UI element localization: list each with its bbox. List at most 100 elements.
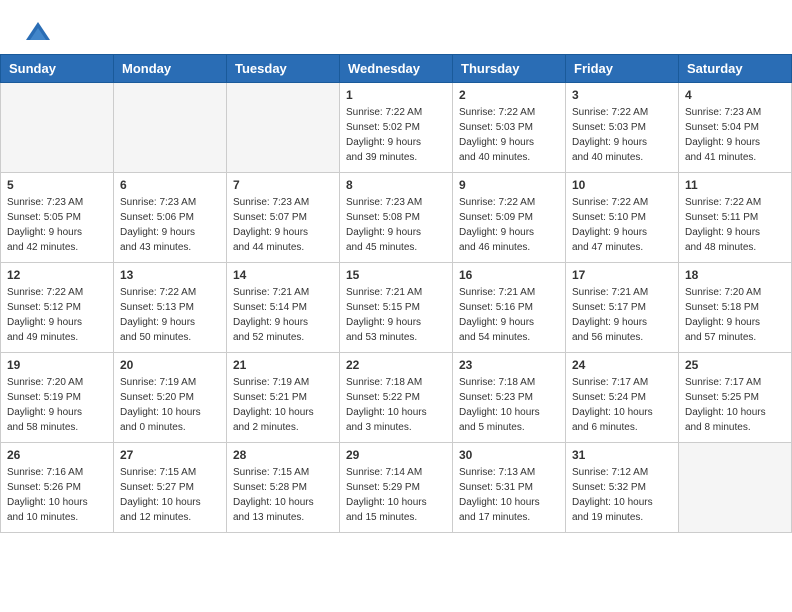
calendar-cell: 24 Sunrise: 7:17 AM Sunset: 5:24 PM Dayli… bbox=[566, 353, 679, 443]
day-number: 3 bbox=[572, 88, 672, 102]
day-number: 29 bbox=[346, 448, 446, 462]
calendar-cell bbox=[679, 443, 792, 533]
calendar-cell bbox=[227, 83, 340, 173]
day-info: Sunrise: 7:20 AM Sunset: 5:19 PM Dayligh… bbox=[7, 375, 107, 435]
calendar-cell: 21Sunrise: 7:19 AM Sunset: 5:21 PM Dayli… bbox=[227, 353, 340, 443]
day-info: Sunrise: 7:21 AM Sunset: 5:15 PM Dayligh… bbox=[346, 285, 446, 345]
day-info: Sunrise: 7:13 AM Sunset: 5:31 PM Dayligh… bbox=[459, 465, 559, 525]
day-of-week-header: Thursday bbox=[453, 55, 566, 83]
day-number: 22 bbox=[346, 358, 446, 372]
day-info: Sunrise: 7:19 AM Sunset: 5:21 PM Dayligh… bbox=[233, 375, 333, 435]
day-info: Sunrise: 7:23 AM Sunset: 5:07 PM Dayligh… bbox=[233, 195, 333, 255]
day-of-week-header: Monday bbox=[114, 55, 227, 83]
day-info: Sunrise: 7:16 AM Sunset: 5:26 PM Dayligh… bbox=[7, 465, 107, 525]
calendar-cell: 19 Sunrise: 7:20 AM Sunset: 5:19 PM Dayli… bbox=[1, 353, 114, 443]
day-info: Sunrise: 7:17 AM Sunset: 5:25 PM Dayligh… bbox=[685, 375, 785, 435]
day-info: Sunrise: 7:22 AM Sunset: 5:13 PM Dayligh… bbox=[120, 285, 220, 345]
day-number: 30 bbox=[459, 448, 559, 462]
calendar-cell: 3 Sunrise: 7:22 AM Sunset: 5:03 PM Daylig… bbox=[566, 83, 679, 173]
calendar-cell: 9 Sunrise: 7:22 AM Sunset: 5:09 PM Daylig… bbox=[453, 173, 566, 263]
calendar-cell: 15 Sunrise: 7:21 AM Sunset: 5:15 PM Dayli… bbox=[340, 263, 453, 353]
day-number: 7 bbox=[233, 178, 333, 192]
day-number: 23 bbox=[459, 358, 559, 372]
calendar-cell: 28 Sunrise: 7:15 AM Sunset: 5:28 PM Dayli… bbox=[227, 443, 340, 533]
calendar-cell: 30 Sunrise: 7:13 AM Sunset: 5:31 PM Dayli… bbox=[453, 443, 566, 533]
calendar-cell: 14 Sunrise: 7:21 AM Sunset: 5:14 PM Dayli… bbox=[227, 263, 340, 353]
day-number: 28 bbox=[233, 448, 333, 462]
day-info: Sunrise: 7:23 AM Sunset: 5:08 PM Dayligh… bbox=[346, 195, 446, 255]
day-info: Sunrise: 7:20 AM Sunset: 5:18 PM Dayligh… bbox=[685, 285, 785, 345]
day-number: 2 bbox=[459, 88, 559, 102]
calendar-header-row: SundayMondayTuesdayWednesdayThursdayFrid… bbox=[1, 55, 792, 83]
day-number: 5 bbox=[7, 178, 107, 192]
day-number: 25 bbox=[685, 358, 785, 372]
day-info: Sunrise: 7:15 AM Sunset: 5:27 PM Dayligh… bbox=[120, 465, 220, 525]
day-info: Sunrise: 7:17 AM Sunset: 5:24 PM Dayligh… bbox=[572, 375, 672, 435]
calendar-cell: 22 Sunrise: 7:18 AM Sunset: 5:22 PM Dayli… bbox=[340, 353, 453, 443]
day-info: Sunrise: 7:22 AM Sunset: 5:02 PM Dayligh… bbox=[346, 105, 446, 165]
calendar-cell: 17 Sunrise: 7:21 AM Sunset: 5:17 PM Dayli… bbox=[566, 263, 679, 353]
calendar-cell: 2 Sunrise: 7:22 AM Sunset: 5:03 PM Daylig… bbox=[453, 83, 566, 173]
day-info: Sunrise: 7:23 AM Sunset: 5:06 PM Dayligh… bbox=[120, 195, 220, 255]
day-number: 4 bbox=[685, 88, 785, 102]
day-of-week-header: Tuesday bbox=[227, 55, 340, 83]
calendar-cell: 12 Sunrise: 7:22 AM Sunset: 5:12 PM Dayli… bbox=[1, 263, 114, 353]
calendar-cell bbox=[1, 83, 114, 173]
day-number: 1 bbox=[346, 88, 446, 102]
calendar-week-row: 19 Sunrise: 7:20 AM Sunset: 5:19 PM Dayli… bbox=[1, 353, 792, 443]
day-info: Sunrise: 7:23 AM Sunset: 5:04 PM Dayligh… bbox=[685, 105, 785, 165]
day-number: 18 bbox=[685, 268, 785, 282]
day-info: Sunrise: 7:22 AM Sunset: 5:12 PM Dayligh… bbox=[7, 285, 107, 345]
calendar: SundayMondayTuesdayWednesdayThursdayFrid… bbox=[0, 54, 792, 533]
day-number: 15 bbox=[346, 268, 446, 282]
calendar-cell: 29 Sunrise: 7:14 AM Sunset: 5:29 PM Dayli… bbox=[340, 443, 453, 533]
day-of-week-header: Friday bbox=[566, 55, 679, 83]
day-number: 17 bbox=[572, 268, 672, 282]
calendar-cell: 16Sunrise: 7:21 AM Sunset: 5:16 PM Dayli… bbox=[453, 263, 566, 353]
day-number: 13 bbox=[120, 268, 220, 282]
day-info: Sunrise: 7:19 AM Sunset: 5:20 PM Dayligh… bbox=[120, 375, 220, 435]
day-number: 8 bbox=[346, 178, 446, 192]
day-number: 12 bbox=[7, 268, 107, 282]
day-number: 11 bbox=[685, 178, 785, 192]
day-number: 19 bbox=[7, 358, 107, 372]
day-number: 10 bbox=[572, 178, 672, 192]
day-number: 27 bbox=[120, 448, 220, 462]
calendar-week-row: 12 Sunrise: 7:22 AM Sunset: 5:12 PM Dayli… bbox=[1, 263, 792, 353]
calendar-cell: 13 Sunrise: 7:22 AM Sunset: 5:13 PM Dayli… bbox=[114, 263, 227, 353]
day-number: 9 bbox=[459, 178, 559, 192]
day-info: Sunrise: 7:18 AM Sunset: 5:23 PM Dayligh… bbox=[459, 375, 559, 435]
day-number: 31 bbox=[572, 448, 672, 462]
calendar-cell bbox=[114, 83, 227, 173]
day-number: 14 bbox=[233, 268, 333, 282]
day-info: Sunrise: 7:22 AM Sunset: 5:09 PM Dayligh… bbox=[459, 195, 559, 255]
day-info: Sunrise: 7:22 AM Sunset: 5:03 PM Dayligh… bbox=[459, 105, 559, 165]
calendar-cell: 1 Sunrise: 7:22 AM Sunset: 5:02 PM Daylig… bbox=[340, 83, 453, 173]
logo bbox=[24, 18, 56, 46]
day-info: Sunrise: 7:14 AM Sunset: 5:29 PM Dayligh… bbox=[346, 465, 446, 525]
day-info: Sunrise: 7:22 AM Sunset: 5:11 PM Dayligh… bbox=[685, 195, 785, 255]
day-number: 20 bbox=[120, 358, 220, 372]
calendar-week-row: 26 Sunrise: 7:16 AM Sunset: 5:26 PM Dayli… bbox=[1, 443, 792, 533]
day-info: Sunrise: 7:18 AM Sunset: 5:22 PM Dayligh… bbox=[346, 375, 446, 435]
day-info: Sunrise: 7:15 AM Sunset: 5:28 PM Dayligh… bbox=[233, 465, 333, 525]
day-of-week-header: Sunday bbox=[1, 55, 114, 83]
calendar-cell: 4 Sunrise: 7:23 AM Sunset: 5:04 PM Daylig… bbox=[679, 83, 792, 173]
day-info: Sunrise: 7:21 AM Sunset: 5:17 PM Dayligh… bbox=[572, 285, 672, 345]
day-info: Sunrise: 7:21 AM Sunset: 5:16 PM Dayligh… bbox=[459, 285, 559, 345]
calendar-cell: 7 Sunrise: 7:23 AM Sunset: 5:07 PM Daylig… bbox=[227, 173, 340, 263]
day-info: Sunrise: 7:22 AM Sunset: 5:03 PM Dayligh… bbox=[572, 105, 672, 165]
day-info: Sunrise: 7:22 AM Sunset: 5:10 PM Dayligh… bbox=[572, 195, 672, 255]
day-info: Sunrise: 7:21 AM Sunset: 5:14 PM Dayligh… bbox=[233, 285, 333, 345]
logo-icon bbox=[24, 18, 52, 46]
day-info: Sunrise: 7:23 AM Sunset: 5:05 PM Dayligh… bbox=[7, 195, 107, 255]
day-number: 24 bbox=[572, 358, 672, 372]
day-number: 6 bbox=[120, 178, 220, 192]
calendar-cell: 26 Sunrise: 7:16 AM Sunset: 5:26 PM Dayli… bbox=[1, 443, 114, 533]
calendar-week-row: 1 Sunrise: 7:22 AM Sunset: 5:02 PM Daylig… bbox=[1, 83, 792, 173]
calendar-cell: 20 Sunrise: 7:19 AM Sunset: 5:20 PM Dayli… bbox=[114, 353, 227, 443]
calendar-cell: 18 Sunrise: 7:20 AM Sunset: 5:18 PM Dayli… bbox=[679, 263, 792, 353]
calendar-cell: 5 Sunrise: 7:23 AM Sunset: 5:05 PM Daylig… bbox=[1, 173, 114, 263]
calendar-week-row: 5 Sunrise: 7:23 AM Sunset: 5:05 PM Daylig… bbox=[1, 173, 792, 263]
day-number: 26 bbox=[7, 448, 107, 462]
